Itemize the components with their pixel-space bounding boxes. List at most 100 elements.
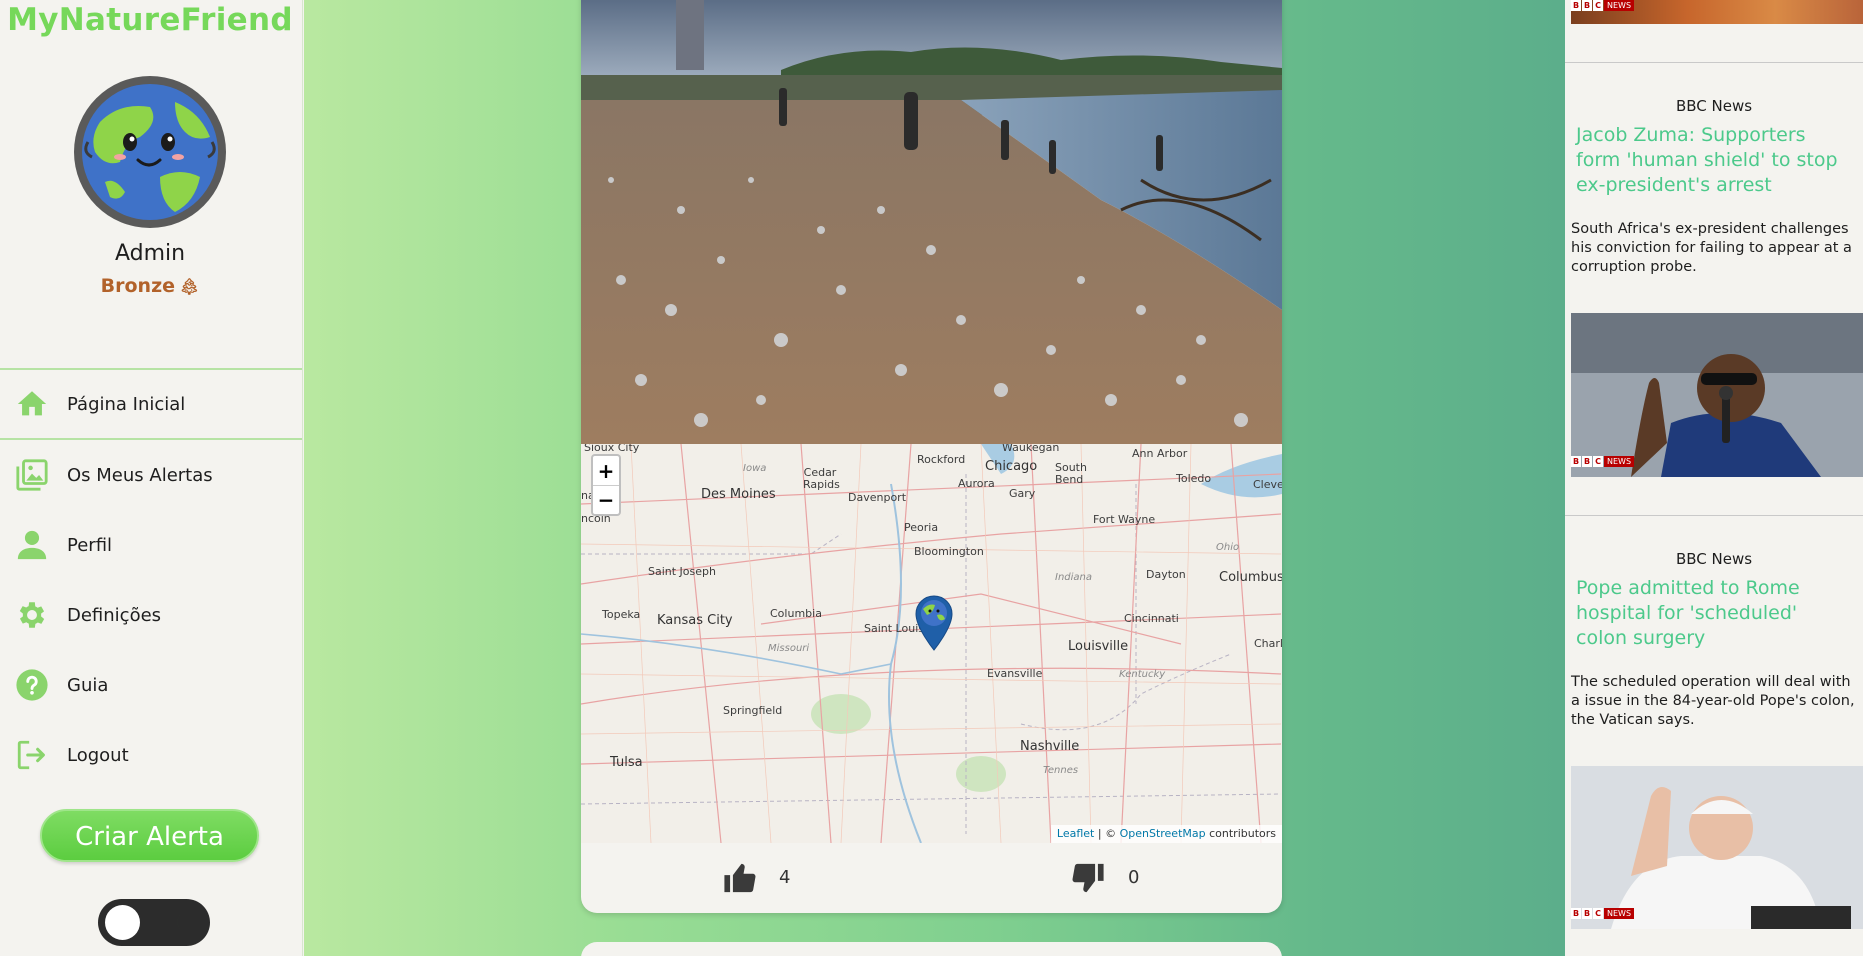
map-label-rockford: Rockford — [917, 453, 966, 466]
tree-icon: 🌲︎ — [179, 277, 200, 296]
map-label-waukegan: Waukegan — [1002, 444, 1060, 454]
map-label-columbus-oh: Columbus — [1219, 570, 1282, 585]
map-label-tulsa: Tulsa — [610, 755, 643, 770]
nav-item-profile[interactable]: Perfil — [0, 510, 302, 580]
map-label-topeka: Topeka — [602, 608, 641, 621]
nav-item-home[interactable]: Página Inicial — [0, 370, 302, 440]
nav-label-my-alerts: Os Meus Alertas — [67, 464, 213, 486]
bbc-news-badge: B B C NEWS — [1571, 0, 1635, 11]
pope-photo[interactable] — [1571, 766, 1863, 929]
map-label-fort-wayne: Fort Wayne — [1093, 513, 1156, 526]
alert-post-card: Sioux City Waukegan Ann Arbor Chicago Ro… — [581, 0, 1282, 913]
thumbs-down-icon — [1072, 863, 1104, 893]
news-sidebar: B B C NEWS BBC News Jacob Zuma: Supporters … — [1565, 0, 1863, 956]
beach-pollution-photo — [581, 0, 1282, 444]
theme-toggle[interactable] — [98, 899, 210, 946]
nav-label-settings: Definições — [67, 604, 162, 626]
nav-label-guide: Guia — [67, 674, 109, 696]
zoom-out-button[interactable]: − — [593, 485, 619, 514]
map-label-indiana: Indiana — [1055, 572, 1093, 583]
dislike-count: 0 — [1128, 867, 1140, 888]
avatar[interactable] — [74, 76, 226, 228]
map-label-ann-arbor: Ann Arbor — [1132, 447, 1188, 460]
like-button[interactable] — [722, 861, 758, 895]
logout-icon — [14, 737, 50, 773]
map-label-aurora: Aurora — [958, 477, 995, 490]
map-label-charleston: Charle — [1254, 637, 1282, 650]
map-label-gary: Gary — [1009, 487, 1036, 500]
nav-item-logout[interactable]: Logout — [0, 720, 302, 790]
map-label-peoria: Peoria — [904, 521, 939, 534]
map-label-sioux-city: Sioux City — [584, 444, 640, 454]
toggle-knob — [105, 905, 140, 940]
map-label-dayton: Dayton — [1146, 568, 1186, 581]
nav-item-my-alerts[interactable]: Os Meus Alertas — [0, 440, 302, 510]
news-title-link[interactable]: Jacob Zuma: Supporters form 'human shiel… — [1576, 123, 1851, 198]
dislike-button[interactable] — [1070, 861, 1106, 895]
map-label-kansas-city: Kansas City — [657, 613, 733, 628]
map-label-columbia: Columbia — [770, 607, 822, 620]
moon-icon — [177, 912, 187, 932]
main-nav: Página Inicial Os Meus Alertas Perfil De… — [0, 368, 302, 790]
map-label-chicago: Chicago — [985, 459, 1038, 474]
map-label-kentucky: Kentucky — [1119, 669, 1166, 680]
news-source: BBC News — [1675, 550, 1753, 568]
map-marker-pin[interactable] — [915, 595, 953, 651]
map-label-bloomington: Bloomington — [914, 545, 984, 558]
map-label-nashville: Nashville — [1020, 739, 1080, 754]
news-divider — [1565, 62, 1863, 63]
zoom-in-button[interactable]: + — [593, 456, 619, 485]
map-label-des-moines: Des Moines — [701, 487, 776, 502]
map-label-springfield: Springfield — [723, 704, 783, 717]
openstreetmap-link[interactable]: OpenStreetMap — [1120, 827, 1206, 840]
news-title-link[interactable]: Pope admitted to Rome hospital for 'sche… — [1576, 576, 1851, 651]
nav-label-logout: Logout — [67, 744, 129, 766]
rank-label: Bronze — [100, 275, 176, 297]
like-count: 4 — [779, 867, 791, 888]
bbc-news-badge: B B C NEWS — [1571, 908, 1635, 919]
brand-logo[interactable]: MyNatureFriend — [0, 2, 300, 38]
nav-label-profile: Perfil — [67, 534, 113, 556]
help-icon — [14, 667, 50, 703]
map-label-toledo: Toledo — [1176, 472, 1212, 485]
map-label-saint-joseph: Saint Joseph — [648, 565, 716, 578]
map-label-south-bend: South Bend — [1055, 461, 1087, 486]
create-alert-button[interactable]: Criar Alerta — [40, 809, 259, 862]
news-description: South Africa's ex-president challenges h… — [1571, 221, 1852, 275]
map-label-louisville: Louisville — [1068, 639, 1129, 654]
gear-icon — [14, 597, 50, 633]
map-label-tennessee: Tennes — [1043, 765, 1079, 776]
bbc-news-badge: B B C NEWS — [1571, 456, 1635, 467]
attribution-separator: | © — [1094, 827, 1120, 840]
reactions-bar: 4 0 — [581, 843, 1282, 913]
map-attribution: Leaflet | © OpenStreetMap contributors — [1050, 825, 1282, 843]
nav-item-settings[interactable]: Definições — [0, 580, 302, 650]
map-label-missouri: Missouri — [768, 643, 810, 654]
map-label-cleveland: Clevel — [1253, 478, 1282, 491]
news-source: BBC News — [1675, 97, 1753, 115]
sidebar: MyNatureFriend Admin Bronze 🌲︎ Página In… — [0, 0, 303, 956]
nav-item-guide[interactable]: Guia — [0, 650, 302, 720]
jacob-zuma-photo[interactable] — [1571, 313, 1863, 477]
news-divider — [1565, 515, 1863, 516]
nav-label-home: Página Inicial — [67, 393, 186, 415]
map-label-evansville: Evansville — [987, 667, 1043, 680]
user-name: Admin — [114, 241, 186, 266]
home-icon — [14, 386, 50, 422]
map-label-davenport: Davenport — [848, 491, 907, 504]
map-label-cincinnati: Cincinnati — [1124, 612, 1179, 625]
map-zoom-control: + − — [591, 454, 621, 516]
gallery-icon — [14, 457, 50, 493]
next-post-card — [581, 942, 1282, 956]
map-label-ohio: Ohio — [1216, 542, 1240, 553]
user-icon — [14, 527, 50, 563]
leaflet-link[interactable]: Leaflet — [1057, 827, 1094, 840]
news-description: The scheduled operation will deal with a… — [1571, 674, 1855, 728]
map-label-cedar-rapids: Cedar Rapids — [803, 466, 840, 491]
earth-avatar-icon — [82, 84, 218, 220]
location-pin-icon — [915, 595, 953, 651]
attribution-suffix: contributors — [1205, 827, 1276, 840]
location-map[interactable]: Sioux City Waukegan Ann Arbor Chicago Ro… — [581, 444, 1282, 843]
user-rank: Bronze 🌲︎ — [0, 275, 300, 297]
map-label-iowa: Iowa — [743, 463, 767, 474]
